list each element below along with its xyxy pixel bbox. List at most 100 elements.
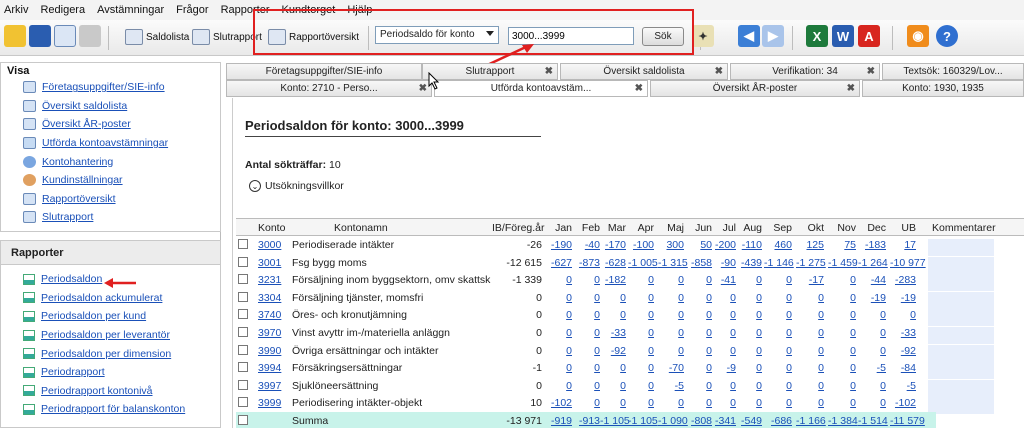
period-value[interactable]: 0: [600, 380, 626, 392]
period-value[interactable]: 0: [796, 362, 824, 374]
col-mar[interactable]: Mar: [600, 222, 626, 234]
period-value[interactable]: 0: [658, 274, 684, 286]
period-value[interactable]: 0: [734, 397, 762, 409]
close-icon[interactable]: ✖: [715, 66, 723, 77]
menu-avstamningar[interactable]: Avstämningar: [97, 4, 164, 16]
period-value[interactable]: 0: [574, 397, 600, 409]
period-value[interactable]: -628: [600, 257, 626, 269]
account-link[interactable]: 3994: [258, 362, 281, 374]
period-value[interactable]: 0: [658, 327, 684, 339]
tab-textsok[interactable]: Textsök: 160329/Lov...: [882, 63, 1024, 80]
row-checkbox[interactable]: [238, 256, 248, 267]
period-value[interactable]: -19: [890, 292, 916, 304]
period-value[interactable]: -858: [686, 257, 712, 269]
account-link[interactable]: 3304: [258, 292, 281, 304]
sum-value[interactable]: -549: [734, 415, 762, 427]
word-icon[interactable]: W: [832, 25, 854, 47]
col-sep[interactable]: Sep: [764, 222, 792, 234]
rss-icon[interactable]: ◉: [907, 25, 929, 47]
period-value[interactable]: -100: [628, 239, 654, 251]
period-value[interactable]: -1 005: [628, 257, 658, 269]
nav-slutrapport[interactable]: Slutrapport: [1, 208, 220, 227]
period-value[interactable]: 0: [628, 292, 654, 304]
account-link[interactable]: 3990: [258, 345, 281, 357]
period-value[interactable]: 0: [546, 327, 572, 339]
sum-value[interactable]: -913: [574, 415, 600, 427]
period-value[interactable]: 0: [828, 397, 856, 409]
period-value[interactable]: 125: [796, 239, 824, 251]
nav-periodsaldon-per-leverantor[interactable]: Periodsaldon per leverantör: [1, 326, 220, 345]
period-value[interactable]: 0: [734, 309, 762, 321]
nav-rapportoversikt[interactable]: Rapportöversikt: [1, 190, 220, 209]
period-value[interactable]: 0: [828, 292, 856, 304]
save-icon[interactable]: [29, 25, 51, 47]
pdf-icon[interactable]: A: [858, 25, 880, 47]
period-value[interactable]: 0: [710, 397, 736, 409]
period-value[interactable]: -873: [574, 257, 600, 269]
period-value[interactable]: -33: [600, 327, 626, 339]
col-dec[interactable]: Dec: [858, 222, 886, 234]
period-value[interactable]: -84: [890, 362, 916, 374]
col-ib[interactable]: IB/Föreg.år: [492, 222, 545, 234]
col-aug[interactable]: Aug: [734, 222, 762, 234]
period-value[interactable]: 0: [658, 292, 684, 304]
row-checkbox[interactable]: [238, 397, 248, 408]
period-value[interactable]: 0: [546, 309, 572, 321]
slutrapport-button[interactable]: Slutrapport: [192, 26, 262, 48]
col-apr[interactable]: Apr: [628, 222, 654, 234]
col-kommentarer[interactable]: Kommentarer: [932, 222, 996, 234]
close-icon[interactable]: ✖: [545, 66, 553, 77]
account-link[interactable]: 3970: [258, 327, 281, 339]
period-value[interactable]: 0: [734, 345, 762, 357]
back-arrow-icon[interactable]: ◀: [738, 25, 760, 47]
period-value[interactable]: 0: [858, 345, 886, 357]
col-maj[interactable]: Maj: [658, 222, 684, 234]
period-value[interactable]: 0: [828, 309, 856, 321]
period-value[interactable]: 0: [710, 309, 736, 321]
period-value[interactable]: 0: [574, 292, 600, 304]
period-value[interactable]: 0: [574, 380, 600, 392]
nav-utforda-kontoavstamningar[interactable]: Utförda kontoavstämningar: [1, 134, 220, 153]
col-kontonamn[interactable]: Kontonamn: [334, 222, 388, 234]
period-value[interactable]: 0: [546, 380, 572, 392]
period-value[interactable]: 0: [710, 292, 736, 304]
print-icon[interactable]: [79, 25, 101, 47]
period-value[interactable]: -110: [734, 239, 762, 251]
nav-foretagsuppgifter[interactable]: Företagsuppgifter/SIE-info: [1, 78, 220, 97]
period-value[interactable]: 0: [628, 362, 654, 374]
col-konto[interactable]: Konto: [258, 222, 285, 234]
period-value[interactable]: 0: [574, 309, 600, 321]
period-value[interactable]: 50: [686, 239, 712, 251]
period-value[interactable]: 0: [686, 327, 712, 339]
period-value[interactable]: -439: [734, 257, 762, 269]
period-value[interactable]: -183: [858, 239, 886, 251]
period-value[interactable]: 0: [628, 309, 654, 321]
col-jun[interactable]: Jun: [686, 222, 712, 234]
period-value[interactable]: -33: [890, 327, 916, 339]
period-value[interactable]: 0: [546, 292, 572, 304]
period-value[interactable]: -9: [710, 362, 736, 374]
period-value[interactable]: 0: [796, 345, 824, 357]
period-value[interactable]: 0: [764, 292, 792, 304]
period-value[interactable]: 0: [734, 362, 762, 374]
tab-konto-2710[interactable]: Konto: 2710 - Perso... ✖: [226, 80, 432, 97]
period-value[interactable]: 0: [574, 345, 600, 357]
period-value[interactable]: 0: [764, 380, 792, 392]
saldolista-button[interactable]: Saldolista: [125, 26, 189, 48]
period-value[interactable]: -10 977: [890, 257, 926, 269]
open-folder-icon[interactable]: [4, 25, 26, 47]
period-value[interactable]: -1 315: [658, 257, 688, 269]
row-checkbox[interactable]: [238, 239, 248, 249]
nav-kontohantering[interactable]: Kontohantering: [1, 152, 220, 171]
menu-redigera[interactable]: Redigera: [40, 4, 85, 16]
period-value[interactable]: 0: [734, 292, 762, 304]
period-value[interactable]: -102: [546, 397, 572, 409]
period-value[interactable]: 0: [600, 362, 626, 374]
close-icon[interactable]: ✖: [419, 83, 427, 94]
col-jan[interactable]: Jan: [546, 222, 572, 234]
sum-value[interactable]: -919: [546, 415, 572, 427]
row-checkbox[interactable]: [238, 379, 248, 390]
period-value[interactable]: 0: [764, 327, 792, 339]
period-value[interactable]: 0: [686, 345, 712, 357]
period-value[interactable]: -40: [574, 239, 600, 251]
